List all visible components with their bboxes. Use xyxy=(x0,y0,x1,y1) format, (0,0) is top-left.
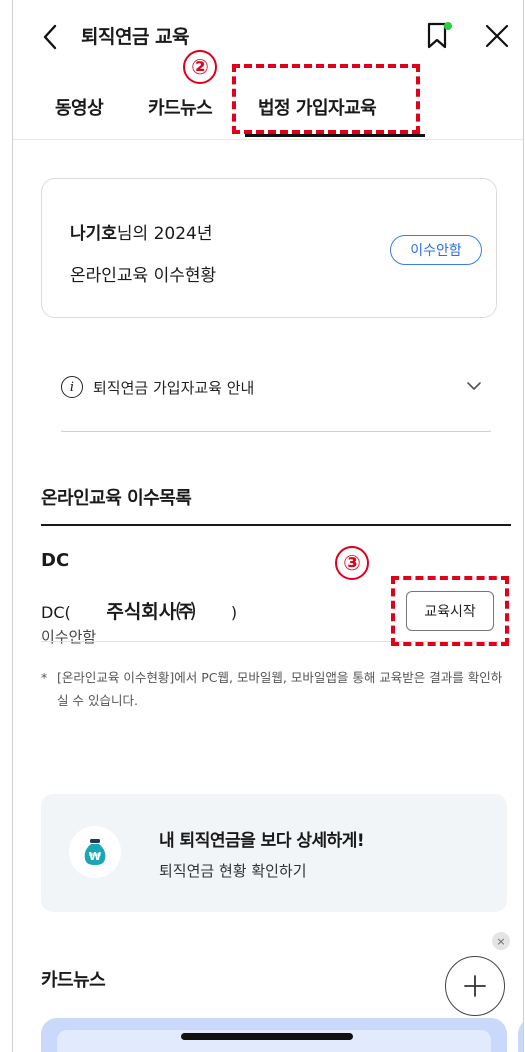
close-button[interactable] xyxy=(481,20,513,52)
status-heading: 나기호님의 2024년 xyxy=(70,219,213,244)
plus-icon xyxy=(464,975,486,997)
info-icon: i xyxy=(61,376,83,398)
promo-title: 내 퇴직연금을 보다 상세하게! xyxy=(159,831,365,851)
notification-dot xyxy=(444,22,452,30)
info-label: 퇴직연금 가입자교육 안내 xyxy=(93,379,255,397)
won-symbol: ₩ xyxy=(89,850,101,863)
app-screen: 퇴직연금 교육 동영상 카드뉴스 법정 가입자교육 ② 나기호님의 2024년 … xyxy=(12,0,524,1052)
page-title: 퇴직연금 교육 xyxy=(81,26,190,48)
annotation-step-2: ② xyxy=(183,50,217,84)
education-info-accordion[interactable]: i 퇴직연금 가입자교육 안내 xyxy=(61,374,491,432)
tab-video[interactable]: 동영상 xyxy=(55,94,104,120)
status-badge: 이수안함 xyxy=(390,235,482,265)
user-name: 나기호 xyxy=(70,224,117,244)
promo-subtitle: 퇴직연금 현황 확인하기 xyxy=(159,862,307,880)
status-subheading: 온라인교육 이수현황 xyxy=(70,266,217,286)
top-bar: 퇴직연금 교육 xyxy=(13,0,523,72)
course-status: 이수안함 xyxy=(41,628,97,646)
floating-add-button[interactable] xyxy=(445,956,505,1016)
completion-status-card: 나기호님의 2024년 온라인교육 이수현황 이수안함 xyxy=(41,178,497,318)
course-list-title: 온라인교육 이수목록 xyxy=(41,488,192,509)
chevron-left-icon xyxy=(43,24,57,50)
company-suffix: ) xyxy=(230,603,238,622)
notice-asterisk: * xyxy=(41,670,48,685)
annotation-step-3: ③ xyxy=(335,546,369,580)
status-year-text: 님의 2024년 xyxy=(116,224,213,244)
active-tab-indicator xyxy=(245,134,425,137)
annotation-step-3-label: ③ xyxy=(343,550,361,575)
bookmark-button[interactable] xyxy=(425,20,455,52)
card-news-section-title: 카드뉴스 xyxy=(41,970,106,991)
annotation-box-tab xyxy=(232,64,420,134)
course-type: DC xyxy=(41,550,70,571)
back-button[interactable] xyxy=(35,20,65,54)
course-company: DC( 주식회사㈜ ) xyxy=(41,597,237,624)
money-bag-icon: ₩ xyxy=(69,826,121,878)
chevron-down-icon xyxy=(467,382,481,390)
company-name: 주식회사㈜ xyxy=(106,601,196,623)
close-icon xyxy=(485,24,509,48)
pension-detail-banner[interactable]: ₩ 내 퇴직연금을 보다 상세하게! 퇴직연금 현황 확인하기 xyxy=(41,794,507,912)
money-bag-shape: ₩ xyxy=(84,839,106,865)
annotation-step-2-label: ② xyxy=(191,54,209,79)
notice-text-block: * [온라인교육 이수현황]에서 PC웹, 모바일웹, 모바일앱을 통해 교육받… xyxy=(41,666,511,712)
notice-text: [온라인교육 이수현황]에서 PC웹, 모바일웹, 모바일앱을 통해 교육받은 … xyxy=(57,670,503,708)
fab-dismiss-button[interactable]: × xyxy=(492,932,510,950)
annotation-box-button xyxy=(391,576,509,646)
section-divider xyxy=(41,524,511,526)
tab-card-news[interactable]: 카드뉴스 xyxy=(148,94,213,120)
card-news-card-next[interactable] xyxy=(518,1018,523,1052)
home-indicator xyxy=(181,1033,353,1040)
company-prefix: DC( xyxy=(41,603,71,622)
